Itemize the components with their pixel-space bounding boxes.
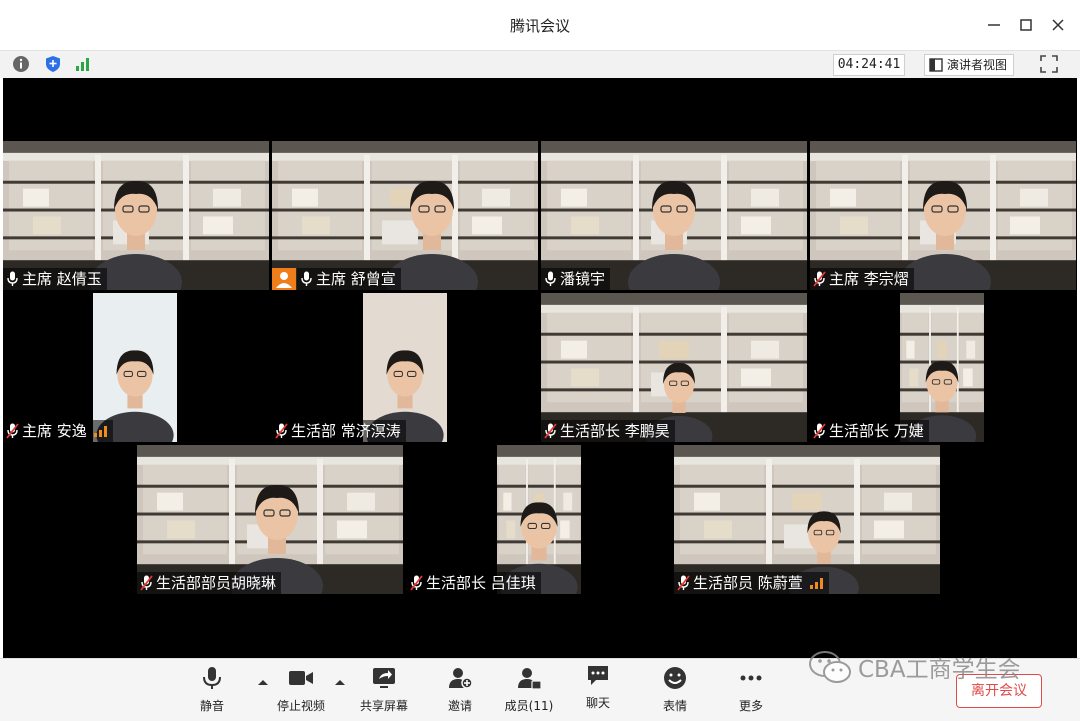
video-tile[interactable]: 潘镜宇: [541, 141, 807, 290]
window-title: 腾讯会议: [509, 17, 570, 35]
share-screen-button[interactable]: 共享屏幕: [349, 665, 419, 717]
members-button[interactable]: 成员(11): [494, 665, 564, 717]
leave-meeting-button[interactable]: 离开会议: [956, 674, 1042, 708]
participant-name: 主席 安逸: [22, 422, 87, 440]
title-bar: 腾讯会议: [0, 0, 1080, 50]
participant-label: 生活部 常济溟涛: [272, 420, 406, 442]
speaker-view-button[interactable]: 演讲者视图: [924, 54, 1015, 76]
chat-button[interactable]: 聊天: [563, 662, 633, 714]
video-camera-icon: [289, 671, 313, 685]
participant-label: 主席 李宗熠: [810, 268, 914, 290]
network-signal-icon[interactable]: [74, 55, 92, 73]
participant-label: 主席 赵倩玉: [3, 268, 107, 290]
layout-icon: [929, 58, 943, 72]
participant-label: 主席 安逸: [3, 420, 113, 442]
participant-name: 生活部长 吕佳琪: [426, 574, 536, 592]
microphone-muted-icon: [140, 575, 153, 591]
minimize-button[interactable]: [982, 13, 1006, 37]
minimize-icon: [988, 24, 1000, 26]
microphone-icon: [544, 271, 557, 287]
participant-name: 潘镜宇: [560, 270, 606, 288]
more-label: 更多: [738, 699, 763, 713]
smiley-icon: [664, 667, 686, 689]
close-icon: [1052, 19, 1064, 31]
reactions-label: 表情: [662, 699, 687, 713]
microphone-icon: [6, 271, 19, 287]
signal-strength-icon: [810, 577, 824, 589]
participant-label: 主席 舒曾宣: [297, 268, 401, 290]
participant-name: 主席 赵倩玉: [22, 270, 102, 288]
participant-name: 生活部部员胡晓琳: [156, 574, 277, 592]
microphone-muted-icon: [275, 423, 288, 439]
person-icon: [276, 272, 292, 288]
meeting-info-bar: 04:24:41 演讲者视图: [0, 50, 1080, 78]
participant-label: 生活部长 吕佳琪: [407, 572, 541, 594]
participant-label: 生活部长 李鹏昊: [541, 420, 675, 442]
maximize-icon: [1020, 19, 1032, 31]
stop-video-button[interactable]: 停止视频: [266, 665, 336, 717]
security-shield-icon[interactable]: [44, 55, 62, 73]
participant-label: 生活部员 陈蔚萱: [674, 572, 829, 594]
video-tile[interactable]: 生活部长 李鹏昊: [541, 293, 807, 442]
microphone-muted-icon: [544, 423, 557, 439]
invite-button[interactable]: 邀请: [425, 665, 495, 717]
reactions-button[interactable]: 表情: [640, 665, 710, 717]
mute-button[interactable]: 静音: [177, 665, 247, 717]
maximize-button[interactable]: [1014, 13, 1038, 37]
share-screen-icon: [373, 668, 395, 688]
add-user-icon: [449, 668, 473, 689]
video-tile[interactable]: 生活部员 陈蔚萱: [674, 445, 940, 594]
participant-name: 主席 李宗熠: [829, 270, 909, 288]
video-tile[interactable]: 生活部部员胡晓琳: [137, 445, 403, 594]
stop-video-label: 停止视频: [276, 699, 325, 713]
mute-label: 静音: [199, 699, 224, 713]
participant-name: 生活部 常济溟涛: [291, 422, 401, 440]
video-tile[interactable]: 主席 赵倩玉: [3, 141, 269, 290]
video-tile[interactable]: 主席 舒曾宣: [272, 141, 538, 290]
signal-strength-icon: [94, 425, 108, 437]
close-button[interactable]: [1046, 13, 1070, 37]
fullscreen-icon[interactable]: [1039, 54, 1059, 74]
share-screen-label: 共享屏幕: [359, 699, 408, 713]
participant-label: 生活部部员胡晓琳: [137, 572, 282, 594]
participant-name: 生活部员 陈蔚萱: [693, 574, 803, 592]
info-icon[interactable]: [12, 55, 30, 73]
microphone-muted-icon: [410, 575, 423, 591]
participant-video: [624, 169, 724, 290]
microphone-muted-icon: [813, 423, 826, 439]
participant-name: 生活部长 李鹏昊: [560, 422, 670, 440]
microphone-icon: [203, 667, 221, 689]
speaker-view-label: 演讲者视图: [947, 58, 1008, 72]
video-tile[interactable]: 主席 李宗熠: [810, 141, 1076, 290]
chevron-up-icon[interactable]: [334, 678, 346, 686]
microphone-muted-icon: [813, 271, 826, 287]
participant-label: 生活部长 万婕: [810, 420, 929, 442]
invite-label: 邀请: [447, 699, 472, 713]
chat-label: 聊天: [585, 696, 610, 710]
meeting-toolbar: 静音 停止视频 共享屏幕 邀请 成员(11) 聊天 表情 更多 离开会议: [0, 658, 1080, 721]
video-grid: 主席 赵倩玉 主席 舒曾宣 潘镜宇 主席 李宗熠 主席 安逸 生活部 常济溟涛 …: [3, 78, 1077, 658]
microphone-muted-icon: [6, 423, 19, 439]
meeting-timer: 04:24:41: [833, 54, 905, 76]
chat-icon: [588, 666, 608, 685]
microphone-icon: [300, 271, 313, 287]
participant-name: 生活部长 万婕: [829, 422, 924, 440]
host-badge: [272, 268, 296, 290]
microphone-muted-icon: [677, 575, 690, 591]
members-icon: [518, 668, 542, 690]
members-label: 成员(11): [504, 699, 554, 713]
more-button[interactable]: 更多: [716, 665, 786, 717]
participant-label: 潘镜宇: [541, 268, 611, 290]
more-dots-icon: [740, 675, 762, 681]
participant-name: 主席 舒曾宣: [316, 270, 396, 288]
